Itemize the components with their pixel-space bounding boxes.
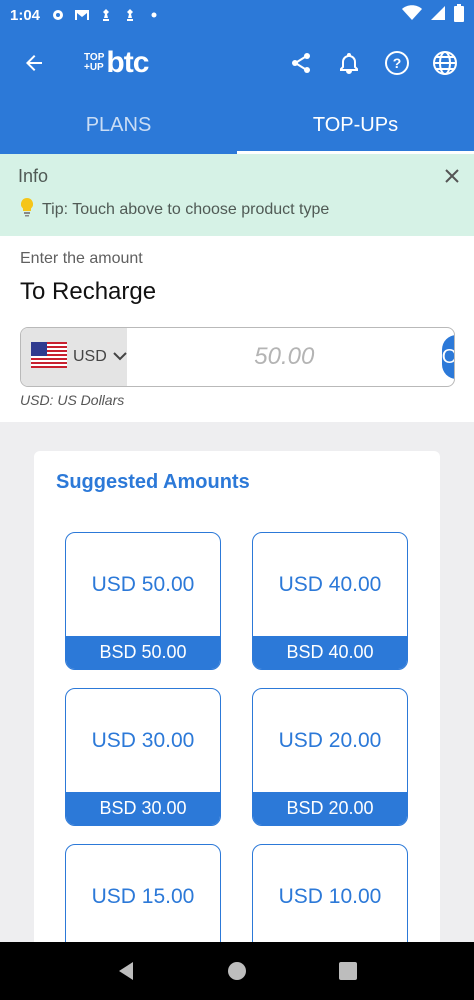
- chevron-down-icon: [113, 348, 127, 366]
- amount-heading: To Recharge: [20, 278, 157, 305]
- logo-up-text: +UP: [84, 62, 104, 73]
- ok-button[interactable]: OK: [441, 335, 454, 379]
- language-globe-icon[interactable]: [430, 48, 460, 78]
- tile-usd: USD 30.00: [91, 728, 195, 752]
- currency-code: USD: [73, 348, 107, 365]
- wifi-icon: [402, 4, 422, 26]
- tab-plans[interactable]: PLANS: [0, 96, 237, 154]
- currency-selector[interactable]: USD: [21, 328, 127, 386]
- system-nav-bar: [0, 942, 474, 1000]
- amount-input[interactable]: [126, 328, 442, 386]
- dot-status-icon: [146, 7, 162, 23]
- tile-bsd: BSD 30.00: [66, 792, 220, 825]
- notification-bell-icon[interactable]: [334, 48, 364, 78]
- tile-usd: USD 10.00: [278, 884, 382, 908]
- suggested-grid: USD 50.00 BSD 50.00 USD 40.00 BSD 40.00 …: [65, 532, 408, 982]
- chess-status-icon-2: [122, 7, 138, 23]
- tile-bsd: BSD 40.00: [253, 636, 407, 669]
- amount-section: Enter the amount To Recharge USD 50.00 U…: [0, 236, 474, 422]
- tile-bsd: BSD 20.00: [253, 792, 407, 825]
- tile-usd: USD 50.00: [91, 572, 195, 596]
- amount-label: Enter the amount: [20, 250, 143, 267]
- tile-bsd: BSD 50.00: [66, 636, 220, 669]
- info-tip-text: Tip: Touch above to choose product type: [42, 200, 330, 218]
- svg-text:?: ?: [393, 55, 402, 71]
- amount-tile[interactable]: USD 30.00 BSD 30.00: [65, 688, 221, 826]
- info-title: Info: [18, 166, 49, 186]
- status-time: 1:04: [10, 6, 41, 24]
- back-triangle-icon[interactable]: [115, 960, 137, 982]
- amount-input-row: USD OK: [20, 327, 455, 387]
- tab-topups[interactable]: TOP-UPs: [237, 96, 474, 154]
- tab-plans-label: PLANS: [85, 113, 152, 136]
- tab-bar: PLANS TOP-UPs: [0, 96, 474, 154]
- info-banner: Info Tip: Touch above to choose product …: [0, 154, 474, 236]
- suggested-amounts-card: Suggested Amounts USD 50.00 BSD 50.00 US…: [34, 451, 440, 982]
- us-flag-icon: [31, 341, 67, 373]
- chess-status-icon: [98, 7, 114, 23]
- settings-status-icon: [50, 7, 66, 23]
- currency-note: USD: US Dollars: [20, 392, 125, 408]
- share-icon[interactable]: [286, 48, 316, 78]
- amount-tile[interactable]: USD 40.00 BSD 40.00: [252, 532, 408, 670]
- help-icon[interactable]: ?: [382, 48, 412, 78]
- back-arrow-icon[interactable]: [14, 43, 54, 83]
- app-bar: TOP +UP btc ?: [0, 30, 474, 96]
- close-icon[interactable]: [442, 166, 462, 186]
- tile-usd: USD 15.00: [91, 884, 195, 908]
- tile-usd: USD 40.00: [278, 572, 382, 596]
- app-logo: TOP +UP btc: [84, 46, 149, 80]
- recents-square-icon[interactable]: [337, 960, 359, 982]
- gmail-status-icon: [74, 7, 90, 23]
- lightbulb-icon: [18, 197, 36, 222]
- home-circle-icon[interactable]: [226, 960, 248, 982]
- signal-icon: [430, 5, 446, 26]
- battery-icon: [454, 3, 464, 27]
- tile-usd: USD 20.00: [278, 728, 382, 752]
- info-tip: Tip: Touch above to choose product type: [18, 197, 456, 222]
- logo-brand-text: btc: [106, 46, 149, 79]
- amount-tile[interactable]: USD 50.00 BSD 50.00: [65, 532, 221, 670]
- amount-tile[interactable]: USD 20.00 BSD 20.00: [252, 688, 408, 826]
- suggested-title: Suggested Amounts: [56, 471, 250, 493]
- tab-topups-label: TOP-UPs: [312, 113, 399, 136]
- status-bar: 1:04: [0, 0, 474, 30]
